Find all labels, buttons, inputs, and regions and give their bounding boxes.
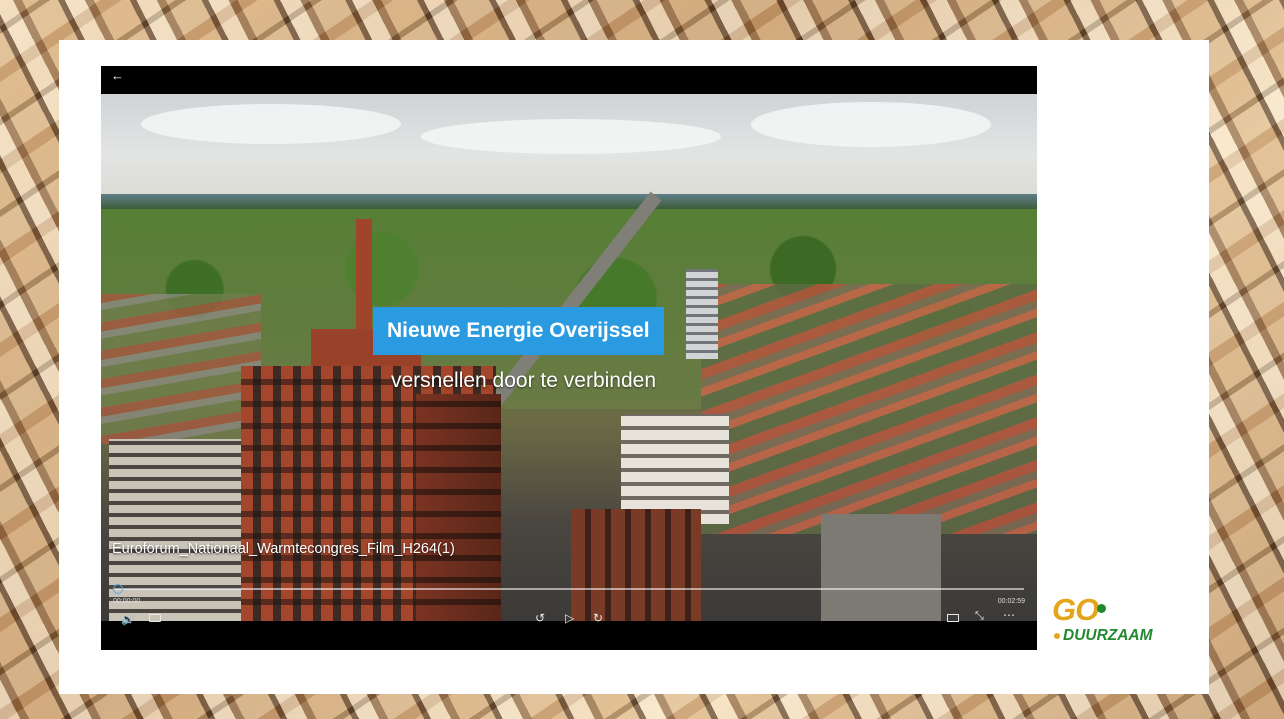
logo-go-text: GO	[1052, 592, 1099, 627]
flat-roof-building	[821, 514, 941, 621]
cloud	[421, 119, 721, 154]
cloud	[141, 104, 401, 144]
elapsed-time: 00:00:00	[113, 598, 141, 605]
overlay-subtitle: versnellen door te verbinden	[391, 369, 657, 392]
control-bar: 🔊 ↺ ▷ ↻ ⤡ ⋯	[101, 606, 1037, 650]
total-time: 00:02:59	[997, 598, 1025, 605]
mini-view-icon[interactable]	[947, 614, 959, 622]
rewind-icon[interactable]: ↺	[535, 612, 545, 624]
residential-roofs	[701, 284, 1037, 534]
forward-icon[interactable]: ↻	[593, 612, 603, 624]
brick-tower-side	[416, 394, 501, 621]
apartment-block-center	[621, 414, 729, 524]
seek-bar[interactable]	[114, 588, 1024, 590]
residential-roofs-left	[101, 294, 261, 444]
distant-tower	[686, 269, 718, 359]
player-top-bar: ←	[101, 66, 1037, 94]
logo-duurzaam-text: DUURZAAM	[1063, 627, 1153, 644]
logo-subtitle: DUURZAAM	[1054, 627, 1153, 645]
overlay-title: Nieuwe Energie Overijssel	[373, 307, 664, 355]
seek-thumb[interactable]	[113, 584, 123, 594]
play-icon[interactable]: ▷	[565, 612, 574, 624]
logo-bullet-icon	[1054, 632, 1060, 639]
chimney	[356, 219, 372, 334]
video-player[interactable]: ← Nieuwe Energie Overijssel versnellen d…	[101, 66, 1037, 650]
cloud	[751, 102, 991, 147]
go-duurzaam-logo: GO DUURZAAM	[1052, 594, 1192, 654]
logo-dot-icon	[1097, 604, 1106, 613]
more-icon[interactable]: ⋯	[1003, 609, 1015, 621]
brick-building	[571, 509, 701, 621]
exit-fullscreen-icon[interactable]: ⤡	[975, 610, 984, 622]
volume-icon[interactable]: 🔊	[121, 614, 135, 626]
horizon	[101, 194, 1037, 210]
video-file-name: Euroforum_Nationaal_Warmtecongres_Film_H…	[112, 541, 455, 557]
apartment-block-left	[109, 439, 254, 621]
subtitles-icon[interactable]	[149, 614, 161, 622]
back-arrow-icon[interactable]: ←	[111, 68, 124, 84]
